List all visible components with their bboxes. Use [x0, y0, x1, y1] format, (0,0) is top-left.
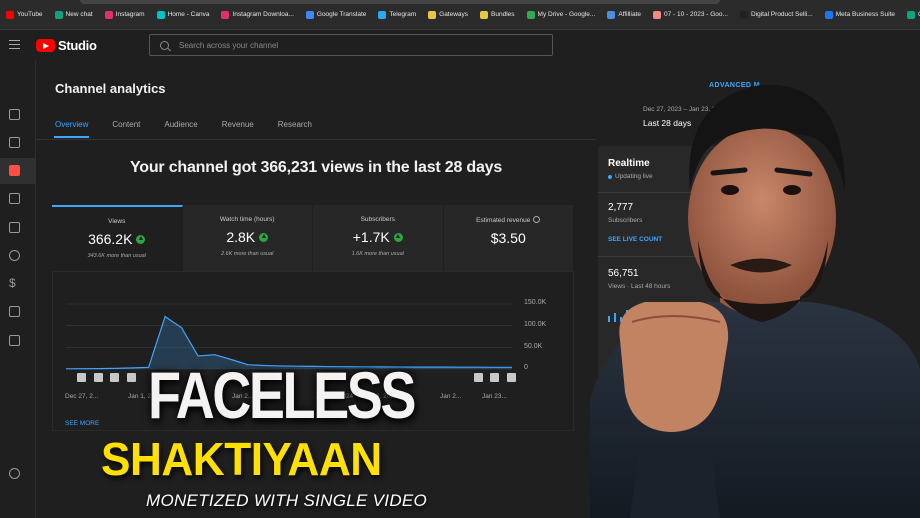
thumbnail: YouTube New chat Instagram Home - Canva Inst… [0, 0, 920, 518]
overlay-name: SHAKTIYAAN [101, 433, 382, 485]
overlay-tagline: MONETIZED WITH SINGLE VIDEO [146, 491, 428, 510]
y-tick-label: 50.0K [524, 343, 543, 350]
video-marker-icon[interactable] [94, 373, 103, 382]
video-marker-icon[interactable] [110, 373, 119, 382]
video-marker-icon[interactable] [127, 373, 136, 382]
x-tick-label: Dec 27, 2... [65, 393, 99, 400]
y-tick-label: 0 [524, 364, 528, 371]
video-marker-icon[interactable] [507, 373, 516, 382]
y-tick-label: 150.0K [524, 299, 547, 306]
presenter-photo [590, 84, 920, 518]
x-tick-label: Jan 23... [482, 393, 507, 400]
video-marker-icon[interactable] [474, 373, 483, 382]
video-marker-icon[interactable] [490, 373, 499, 382]
overlay-title: FACELESS [148, 358, 416, 432]
see-more-link[interactable]: SEE MORE [65, 420, 99, 427]
x-tick-label: Jan 2... [440, 393, 462, 400]
y-tick-label: 100.0K [524, 321, 547, 328]
video-marker-icon[interactable] [77, 373, 86, 382]
